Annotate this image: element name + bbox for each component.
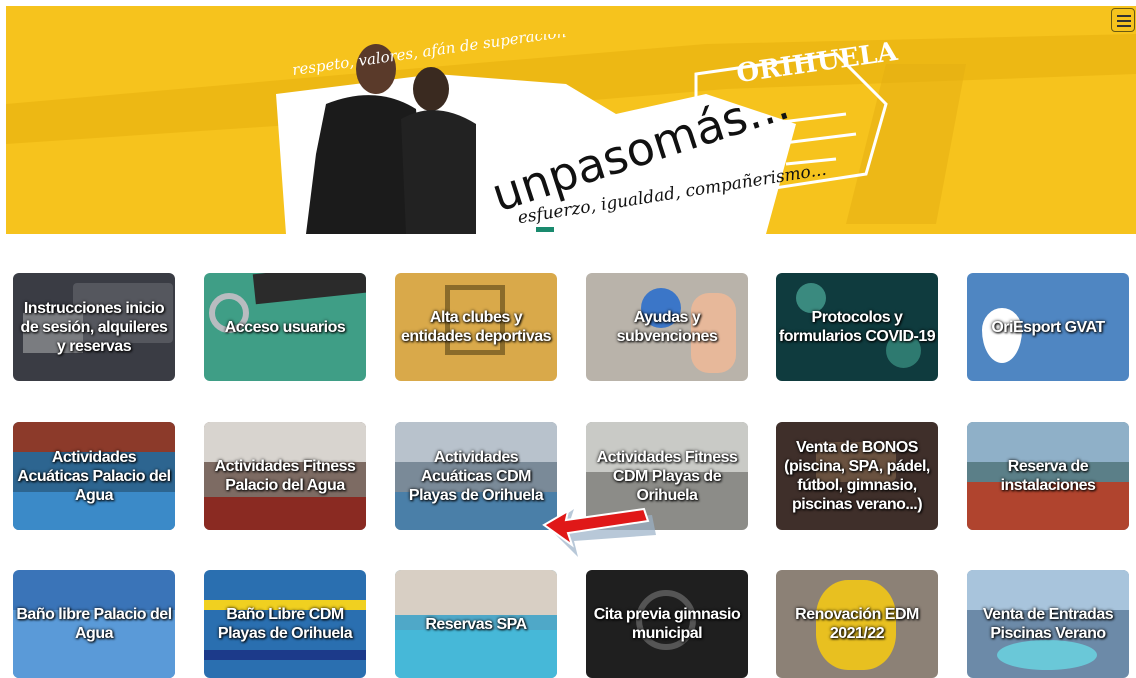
- tile-label: Actividades Fitness Palacio del Agua: [214, 458, 356, 494]
- hamburger-icon[interactable]: [1111, 8, 1135, 32]
- carousel-indicators: [536, 227, 608, 232]
- tile-reservas-spa[interactable]: Reservas SPA: [395, 570, 557, 678]
- tile-label: Venta de Entradas Piscinas Verano: [982, 606, 1114, 642]
- tile-label: Renovación EDM 2021/22: [795, 606, 919, 642]
- tile-bano-libre-playas[interactable]: Baño Libre CDM Playas de Orihuela: [204, 570, 366, 678]
- tile-acceso-usuarios[interactable]: Acceso usuarios: [204, 273, 366, 381]
- tile-oriesport[interactable]: OriEsport GVAT: [967, 273, 1129, 381]
- tile-ayudas[interactable]: Ayudas y subvenciones: [586, 273, 748, 381]
- tile-instrucciones[interactable]: Instrucciones inicio de sesión, alquiler…: [13, 273, 175, 381]
- tile-label: Baño libre Palacio del Agua: [16, 606, 172, 642]
- tile-cita-previa-gimnasio[interactable]: Cita previa gimnasio municipal: [586, 570, 748, 678]
- tile-acuaticas-playas[interactable]: Actividades Acuáticas CDM Playas de Orih…: [395, 422, 557, 530]
- tile-label: Reserva de instalaciones: [1000, 458, 1096, 494]
- tile-label: Cita previa gimnasio municipal: [593, 606, 741, 642]
- tile-label: Baño Libre CDM Playas de Orihuela: [217, 606, 353, 642]
- top-bar: [6, 6, 1136, 34]
- tile-label: Instrucciones inicio de sesión, alquiler…: [20, 299, 168, 355]
- tile-label: Protocolos y formularios COVID-19: [778, 309, 936, 345]
- tile-label: Ayudas y subvenciones: [616, 309, 718, 345]
- tile-alta-clubes[interactable]: Alta clubes y entidades deportivas: [395, 273, 557, 381]
- tile-label: Reservas SPA: [425, 615, 527, 633]
- tile-acuaticas-palacio[interactable]: Actividades Acuáticas Palacio del Agua: [13, 422, 175, 530]
- tile-label: Actividades Acuáticas Palacio del Agua: [17, 448, 171, 504]
- tile-reserva-instalaciones[interactable]: Reserva de instalaciones: [967, 422, 1129, 530]
- tile-protocolos-covid[interactable]: Protocolos y formularios COVID-19: [776, 273, 938, 381]
- tile-label: Acceso usuarios: [224, 318, 346, 336]
- tile-label: Alta clubes y entidades deportivas: [400, 309, 552, 345]
- tile-fitness-palacio[interactable]: Actividades Fitness Palacio del Agua: [204, 422, 366, 530]
- pointer-arrow-icon: [542, 507, 656, 557]
- tile-bano-libre-palacio[interactable]: Baño libre Palacio del Agua: [13, 570, 175, 678]
- tile-venta-entradas-piscinas[interactable]: Venta de Entradas Piscinas Verano: [967, 570, 1129, 678]
- tile-venta-bonos[interactable]: Venta de BONOS (piscina, SPA, pádel, fút…: [776, 422, 938, 530]
- carousel-dot[interactable]: [536, 227, 554, 232]
- carousel-dot[interactable]: [563, 227, 581, 232]
- tile-renovacion-edm[interactable]: Renovación EDM 2021/22: [776, 570, 938, 678]
- hero-carousel[interactable]: respeto, valores, afán de superación ORI…: [6, 34, 1136, 234]
- carousel-dot[interactable]: [590, 227, 608, 232]
- tile-label: Venta de BONOS (piscina, SPA, pádel, fút…: [784, 439, 930, 513]
- tile-label: Actividades Acuáticas CDM Playas de Orih…: [408, 448, 544, 504]
- tile-label: OriEsport GVAT: [991, 318, 1105, 336]
